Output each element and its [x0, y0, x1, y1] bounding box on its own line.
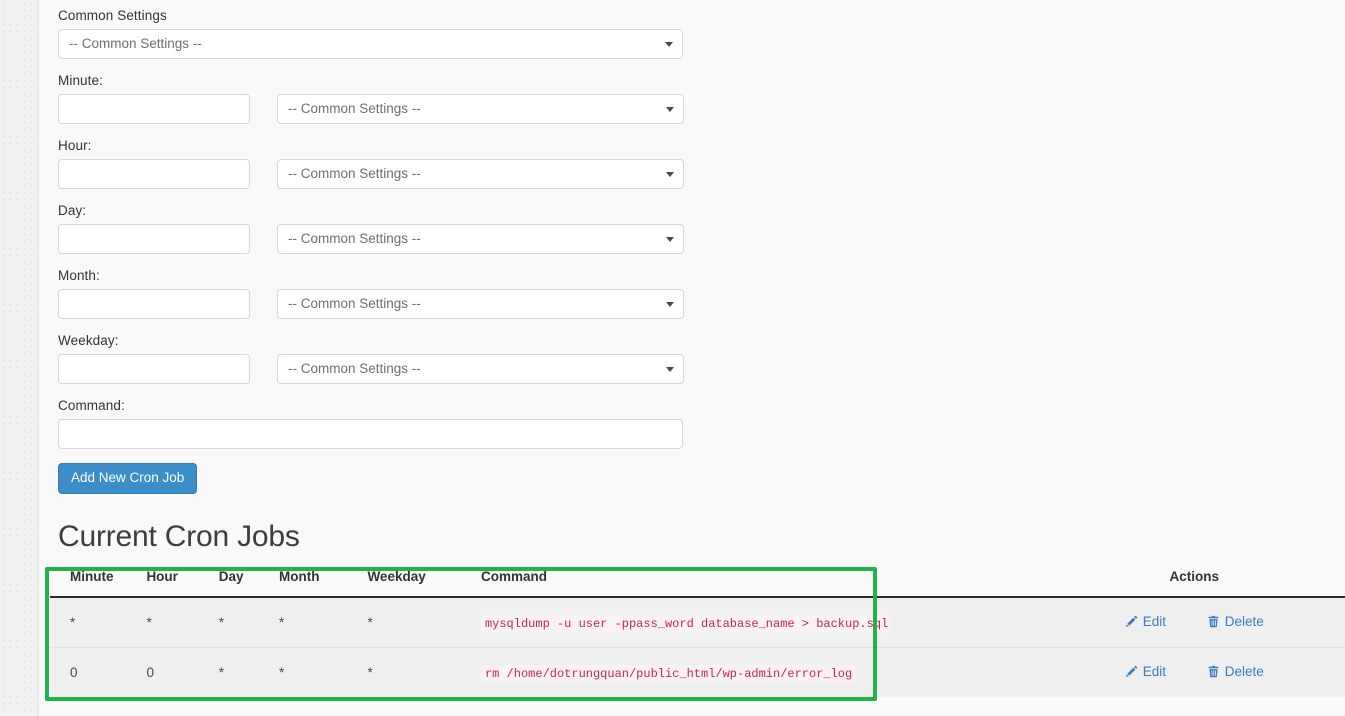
trash-icon — [1207, 665, 1220, 678]
edit-link[interactable]: Edit — [1125, 664, 1166, 679]
cell-weekday: * — [367, 648, 481, 698]
minute-select-value: -- Common Settings -- — [288, 95, 421, 123]
weekday-row: -- Common Settings -- — [58, 354, 758, 384]
chevron-down-icon — [666, 302, 674, 307]
cell-month: * — [279, 597, 367, 648]
chevron-down-icon — [666, 172, 674, 177]
day-row: -- Common Settings -- — [58, 224, 758, 254]
chevron-down-icon — [666, 367, 674, 372]
page-bottom-strip — [80, 704, 1345, 716]
hour-select-value: -- Common Settings -- — [288, 160, 421, 188]
cell-actions: Edit Delete — [1044, 648, 1345, 698]
column-header-hour: Hour — [146, 567, 218, 597]
day-label: Day: — [58, 203, 758, 219]
hour-input[interactable] — [58, 159, 250, 189]
cell-command: mysqldump -u user -ppass_word database_n… — [481, 597, 1044, 648]
column-header-actions: Actions — [1044, 567, 1345, 597]
add-new-cron-job-button[interactable]: Add New Cron Job — [58, 463, 197, 494]
common-settings-select-value: -- Common Settings -- — [69, 30, 202, 58]
chevron-down-icon — [665, 42, 673, 47]
day-select-value: -- Common Settings -- — [288, 225, 421, 253]
cell-day: * — [219, 648, 279, 698]
chevron-down-icon — [666, 107, 674, 112]
page-background-gutter — [0, 0, 37, 716]
current-cron-jobs-title: Current Cron Jobs — [58, 518, 300, 556]
minute-row: -- Common Settings -- — [58, 94, 758, 124]
hour-label: Hour: — [58, 138, 758, 154]
edit-label: Edit — [1143, 614, 1166, 629]
month-select-value: -- Common Settings -- — [288, 290, 421, 318]
weekday-common-settings-select[interactable]: -- Common Settings -- — [277, 354, 684, 384]
day-common-settings-select[interactable]: -- Common Settings -- — [277, 224, 684, 254]
weekday-input[interactable] — [58, 354, 250, 384]
cell-minute: 0 — [50, 648, 146, 698]
minute-input[interactable] — [58, 94, 250, 124]
table-body: * * * * * mysqldump -u user -ppass_word … — [50, 597, 1345, 697]
cell-command: rm /home/dotrungquan/public_html/wp-admi… — [481, 648, 1044, 698]
delete-label: Delete — [1225, 664, 1264, 679]
pencil-icon — [1125, 615, 1138, 628]
table-header: Minute Hour Day Month Weekday Command Ac… — [50, 567, 1345, 597]
weekday-label: Weekday: — [58, 333, 758, 349]
chevron-down-icon — [666, 237, 674, 242]
column-header-minute: Minute — [50, 567, 146, 597]
pencil-icon — [1125, 665, 1138, 678]
content-panel: Common Settings -- Common Settings -- Mi… — [40, 0, 1345, 716]
table-header-row: Minute Hour Day Month Weekday Command Ac… — [50, 567, 1345, 597]
cron-job-form: Common Settings -- Common Settings -- Mi… — [58, 8, 758, 494]
month-label: Month: — [58, 268, 758, 284]
command-code: mysqldump -u user -ppass_word database_n… — [481, 615, 892, 633]
cell-day: * — [219, 597, 279, 648]
cell-minute: * — [50, 597, 146, 648]
trash-icon — [1207, 615, 1220, 628]
month-input[interactable] — [58, 289, 250, 319]
cell-actions: Edit Delete — [1044, 597, 1345, 648]
common-settings-label: Common Settings — [58, 8, 758, 24]
edit-link[interactable]: Edit — [1125, 614, 1166, 629]
hour-row: -- Common Settings -- — [58, 159, 758, 189]
edit-label: Edit — [1143, 664, 1166, 679]
table-row: 0 0 * * * rm /home/dotrungquan/public_ht… — [50, 648, 1345, 698]
delete-link[interactable]: Delete — [1207, 664, 1264, 679]
command-input[interactable] — [58, 419, 683, 449]
cell-hour: * — [146, 597, 218, 648]
cell-weekday: * — [367, 597, 481, 648]
delete-link[interactable]: Delete — [1207, 614, 1264, 629]
cell-hour: 0 — [146, 648, 218, 698]
command-label: Command: — [58, 398, 758, 414]
month-common-settings-select[interactable]: -- Common Settings -- — [277, 289, 684, 319]
delete-label: Delete — [1225, 614, 1264, 629]
hour-common-settings-select[interactable]: -- Common Settings -- — [277, 159, 684, 189]
minute-label: Minute: — [58, 73, 758, 89]
cell-month: * — [279, 648, 367, 698]
column-header-command: Command — [481, 567, 1044, 597]
current-cron-jobs-table: Minute Hour Day Month Weekday Command Ac… — [50, 567, 1345, 697]
column-header-day: Day — [219, 567, 279, 597]
table-row: * * * * * mysqldump -u user -ppass_word … — [50, 597, 1345, 648]
minute-common-settings-select[interactable]: -- Common Settings -- — [277, 94, 684, 124]
page-root: Common Settings -- Common Settings -- Mi… — [0, 0, 1345, 716]
day-input[interactable] — [58, 224, 250, 254]
current-cron-jobs-table-wrap: Minute Hour Day Month Weekday Command Ac… — [50, 567, 1345, 697]
column-header-month: Month — [279, 567, 367, 597]
month-row: -- Common Settings -- — [58, 289, 758, 319]
command-code: rm /home/dotrungquan/public_html/wp-admi… — [481, 665, 856, 683]
weekday-select-value: -- Common Settings -- — [288, 355, 421, 383]
common-settings-select[interactable]: -- Common Settings -- — [58, 29, 683, 59]
column-header-weekday: Weekday — [367, 567, 481, 597]
